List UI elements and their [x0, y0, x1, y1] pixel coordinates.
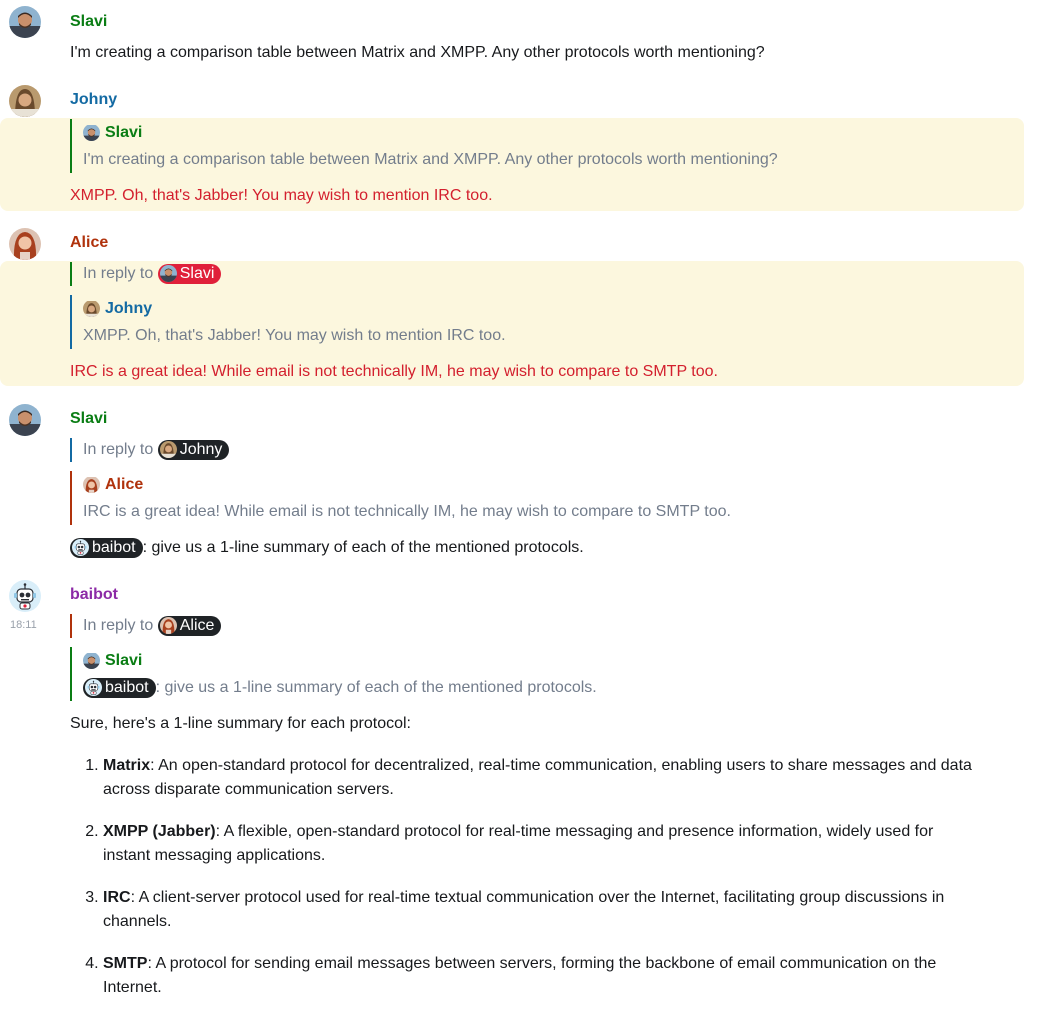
- sender-name[interactable]: baibot: [70, 585, 118, 605]
- pill-label: baibot: [105, 678, 149, 696]
- quote-sender: Johny: [83, 295, 152, 322]
- slavi-mini-avatar: [83, 652, 100, 669]
- reply-quote[interactable]: Johny XMPP. Oh, that's Jabber! You may w…: [70, 295, 506, 349]
- alice-mini-avatar: [160, 617, 177, 634]
- user-pill-baibot[interactable]: baibot: [70, 537, 143, 558]
- quote-sender-name: Alice: [105, 476, 144, 493]
- list-item: IRC: A client-server protocol used for r…: [103, 886, 983, 934]
- quote-sender-name: Johny: [105, 300, 153, 317]
- robot-avatar[interactable]: [9, 580, 41, 612]
- in-reply-to-label: In reply to: [83, 265, 154, 282]
- quote-text: : give us a 1-line summary of each of th…: [155, 679, 597, 696]
- in-reply-to-label: In reply to: [83, 617, 154, 634]
- item-term: Matrix: [103, 757, 151, 774]
- item-text: : A protocol for sending email messages …: [103, 955, 937, 996]
- slavi-mini-avatar: [83, 124, 100, 141]
- sender-name[interactable]: Slavi: [70, 409, 107, 429]
- message-text: : give us a 1-line summary of each of th…: [142, 539, 584, 556]
- johny-mini-avatar: [83, 300, 100, 317]
- user-pill-baibot[interactable]: baibot: [83, 677, 156, 698]
- item-term: XMPP (Jabber): [103, 823, 216, 840]
- alice-avatar[interactable]: [9, 228, 41, 260]
- user-pill-alice[interactable]: Alice: [157, 615, 222, 636]
- user-pill-slavi[interactable]: Slavi: [157, 263, 222, 284]
- johny-mini-avatar: [160, 441, 177, 458]
- list-item: XMPP (Jabber): A flexible, open-standard…: [103, 820, 983, 868]
- quote-body: XMPP. Oh, that's Jabber! You may wish to…: [83, 327, 506, 344]
- pill-label: Alice: [179, 616, 215, 634]
- message-body: XMPP. Oh, that's Jabber! You may wish to…: [70, 187, 493, 204]
- johny-avatar[interactable]: [9, 85, 41, 117]
- list-item: SMTP: A protocol for sending email messa…: [103, 952, 983, 1000]
- sender-name[interactable]: Johny: [70, 90, 117, 110]
- quote-body: I'm creating a comparison table between …: [83, 151, 778, 168]
- sender-name[interactable]: Slavi: [70, 12, 107, 32]
- message-body: baibot : give us a 1-line summary of eac…: [70, 537, 584, 559]
- reply-quote[interactable]: Alice IRC is a great idea! While email i…: [70, 471, 731, 525]
- reply-quote[interactable]: Slavi I'm creating a comparison table be…: [70, 119, 778, 173]
- pill-label: Johny: [179, 440, 223, 458]
- item-text: : A client-server protocol used for real…: [103, 889, 945, 930]
- sender-name[interactable]: Alice: [70, 233, 108, 253]
- robot-mini-avatar: [85, 679, 102, 696]
- quote-sender-name: Slavi: [105, 652, 143, 669]
- in-reply-to[interactable]: In reply to Alice: [70, 614, 222, 638]
- slavi-mini-avatar: [160, 265, 177, 282]
- quote-sender: Slavi: [83, 119, 142, 146]
- slavi-avatar[interactable]: [9, 404, 41, 436]
- quote-sender-name: Slavi: [105, 124, 143, 141]
- pill-label: Slavi: [179, 264, 215, 282]
- in-reply-to[interactable]: In reply to Slavi: [70, 262, 222, 286]
- quote-body: IRC is a great idea! While email is not …: [83, 503, 731, 520]
- protocol-summary-list: Matrix: An open-standard protocol for de…: [70, 754, 983, 1018]
- list-item: Matrix: An open-standard protocol for de…: [103, 754, 983, 802]
- robot-mini-avatar: [72, 539, 89, 556]
- item-text: : An open-standard protocol for decentra…: [103, 757, 972, 798]
- message-body: IRC is a great idea! While email is not …: [70, 363, 718, 380]
- reply-quote[interactable]: Slavi baibot : give us a 1-line summary …: [70, 647, 597, 701]
- timestamp[interactable]: 18:11: [10, 619, 37, 631]
- in-reply-to[interactable]: In reply to Johny: [70, 438, 230, 462]
- item-text: : A flexible, open-standard protocol for…: [103, 823, 934, 864]
- message-intro: Sure, here's a 1-line summary for each p…: [70, 715, 411, 732]
- item-term: IRC: [103, 889, 131, 906]
- pill-label: baibot: [92, 538, 136, 556]
- quote-body: baibot : give us a 1-line summary of eac…: [83, 674, 597, 701]
- item-term: SMTP: [103, 955, 148, 972]
- slavi-avatar[interactable]: [9, 6, 41, 38]
- quote-sender: Slavi: [83, 647, 142, 674]
- in-reply-to-label: In reply to: [83, 441, 154, 458]
- message-body: I'm creating a comparison table between …: [70, 44, 765, 61]
- quote-sender: Alice: [83, 471, 143, 498]
- user-pill-johny[interactable]: Johny: [157, 439, 230, 460]
- alice-mini-avatar: [83, 476, 100, 493]
